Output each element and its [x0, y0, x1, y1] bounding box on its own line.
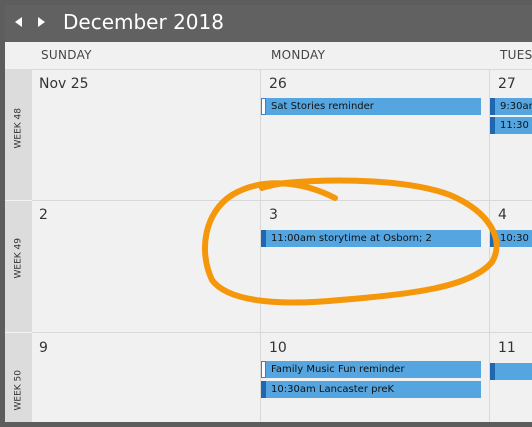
event-marker [490, 117, 495, 134]
event-title: 10:30am Lancaster preK [271, 384, 395, 395]
day-number[interactable]: 2 [39, 207, 48, 223]
event-title: 10:30 [500, 233, 529, 244]
week-label: WEEK 48 [13, 108, 24, 149]
day-number[interactable]: 3 [269, 207, 278, 223]
week-label: WEEK 49 [13, 238, 24, 279]
event-marker [490, 230, 495, 247]
event-marker [261, 230, 266, 247]
event-marker [490, 363, 495, 380]
day-number[interactable]: 9 [39, 340, 48, 356]
calendar-header: December 2018 [5, 5, 532, 42]
left-arrow-icon[interactable] [15, 17, 22, 27]
event-marker [261, 381, 266, 398]
calendar-event[interactable]: 9:30am [490, 98, 532, 115]
calendar-window: December 2018 SUNDAY MONDAY TUESDAY WEEK… [0, 0, 532, 427]
calendar-event[interactable]: Family Music Fun reminder [261, 361, 481, 378]
day-number[interactable]: Nov 25 [39, 76, 89, 92]
day-number[interactable]: 26 [269, 76, 287, 92]
month-title: December 2018 [63, 10, 224, 34]
day-number[interactable]: 11 [498, 340, 516, 356]
day-header-sunday: SUNDAY [41, 48, 92, 62]
day-header-tuesday: TUESDAY [500, 48, 532, 62]
calendar-event[interactable]: 11:00am storytime at Osborn; 2 [261, 230, 481, 247]
event-title: 11:00am storytime at Osborn; 2 [271, 233, 432, 244]
day-header-monday: MONDAY [271, 48, 326, 62]
calendar-event[interactable]: 11:30 [490, 117, 532, 134]
calendar-event[interactable] [490, 363, 532, 380]
month-grid: SUNDAY MONDAY TUESDAY WEEK 48 WEEK 49 WE… [5, 42, 532, 422]
calendar-event[interactable]: Sat Stories reminder [261, 98, 481, 115]
day-number[interactable]: 27 [498, 76, 516, 92]
event-title: Sat Stories reminder [271, 101, 374, 112]
day-number[interactable]: 10 [269, 340, 287, 356]
calendar-event[interactable]: 10:30am Lancaster preK [261, 381, 481, 398]
week-label: WEEK 50 [13, 370, 24, 411]
event-title: Family Music Fun reminder [271, 364, 405, 375]
event-title: 11:30 [500, 120, 529, 131]
event-marker [490, 98, 495, 115]
reminder-marker [261, 361, 266, 378]
right-arrow-icon[interactable] [38, 17, 45, 27]
reminder-marker [261, 98, 266, 115]
event-title: 9:30am [500, 101, 532, 112]
day-number[interactable]: 4 [498, 207, 507, 223]
calendar-event[interactable]: 10:30 [490, 230, 532, 247]
